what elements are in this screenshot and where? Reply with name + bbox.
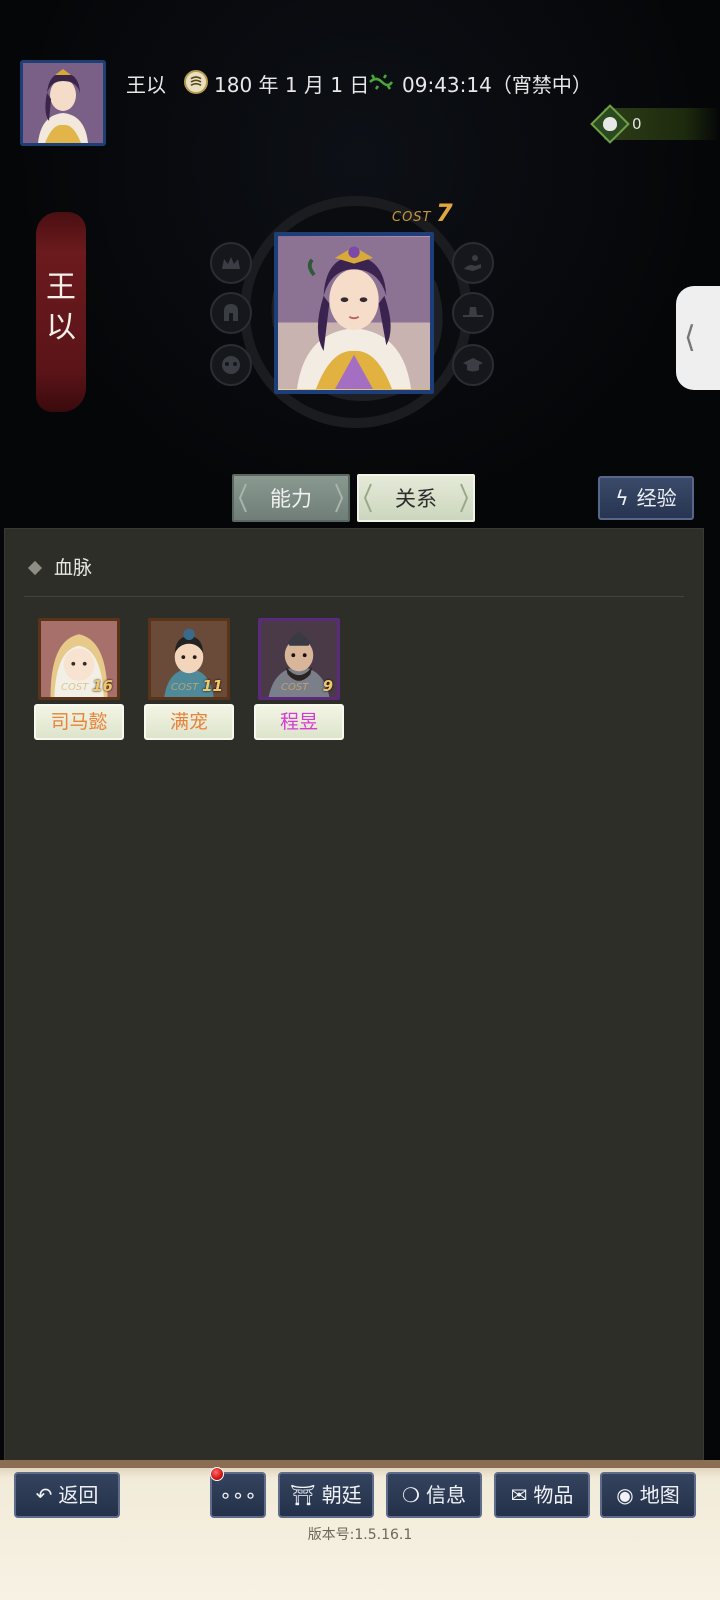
helmet-icon[interactable] (210, 292, 252, 334)
crown-icon[interactable] (210, 242, 252, 284)
calendar-seal-icon (184, 70, 208, 94)
tab-ability-label: 能力 (270, 487, 312, 511)
info-button[interactable]: ❍ 信息 (386, 1472, 482, 1518)
tab-relation[interactable]: 关系 (357, 474, 475, 522)
cost-value: 7 (436, 199, 453, 227)
member-portrait: COST 9 (258, 618, 340, 700)
mask-icon[interactable] (210, 344, 252, 386)
member-portrait: COST 16 (38, 618, 120, 700)
bag-icon: ✉ (510, 1483, 528, 1507)
section-divider (24, 596, 684, 597)
member-cost: 9 (322, 677, 333, 695)
member-portrait: COST 11 (148, 618, 230, 700)
exp-button-label: 经验 (636, 486, 677, 510)
hat-icon[interactable] (452, 292, 494, 334)
lightning-icon: ϟ (615, 486, 629, 510)
notification-dot (210, 1467, 224, 1481)
side-drawer-handle[interactable]: ⟨ (676, 286, 720, 390)
member-cost: 16 (92, 677, 113, 695)
back-button[interactable]: ↶ 返回 (14, 1472, 120, 1518)
member-name: 程昱 (254, 704, 344, 740)
member-name: 满宠 (144, 704, 234, 740)
chevron-left-icon: ⟨ (684, 320, 696, 355)
court-button[interactable]: ⛩ 朝廷 (278, 1472, 374, 1518)
header-time: 09:43:14（宵禁中） (402, 73, 592, 97)
tab-ability[interactable]: 能力 (232, 474, 350, 522)
avatar-portrait-image (23, 63, 103, 143)
palace-icon: ⛩ (290, 1483, 316, 1507)
currency-value: 0 (632, 115, 642, 133)
member-cost: 11 (202, 677, 223, 695)
chat-bubble-icon: ❍ (402, 1483, 420, 1507)
exp-button[interactable]: ϟ 经验 (598, 476, 694, 520)
header-date: 180 年 1 月 1 日 (214, 73, 370, 97)
map-button[interactable]: ◉ 地图 (600, 1472, 696, 1518)
cost-label: COST (392, 210, 432, 225)
undo-arrow-icon: ↶ (35, 1483, 53, 1507)
items-button[interactable]: ✉ 物品 (494, 1472, 590, 1518)
name-banner-text: 王 以 (46, 270, 76, 345)
version-label: 版本号:1.5.16.1 (307, 1527, 413, 1543)
member-name: 司马懿 (34, 704, 124, 740)
bloodline-title: 血脉 (54, 557, 93, 579)
lizard-clock-icon (368, 72, 394, 92)
hand-seed-icon[interactable] (452, 242, 494, 284)
character-portrait-image (278, 237, 430, 389)
graduation-cap-icon[interactable] (452, 344, 494, 386)
player-avatar[interactable] (20, 60, 106, 146)
money-bag-glyph (603, 117, 617, 131)
globe-icon: ◉ (616, 1483, 634, 1507)
bottom-nav-trim (0, 1460, 720, 1468)
header-character-name: 王以 (126, 73, 166, 97)
tab-relation-label: 关系 (395, 487, 437, 511)
more-dots-icon: ∘∘∘ (219, 1483, 257, 1507)
character-portrait[interactable] (274, 232, 434, 394)
